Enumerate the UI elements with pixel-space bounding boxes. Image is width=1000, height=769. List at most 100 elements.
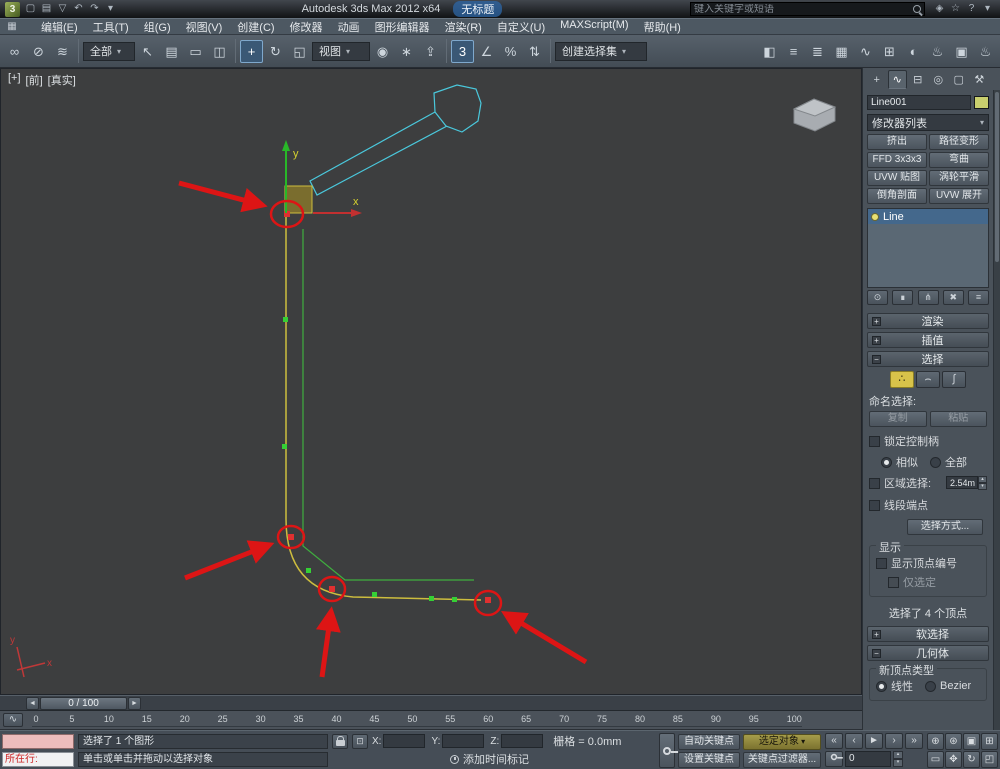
modifier-preset-button[interactable]: FFD 3x3x3 bbox=[867, 152, 927, 168]
key-filters-button[interactable]: 关键点过滤器... bbox=[743, 751, 821, 768]
z-coordinate-field[interactable] bbox=[501, 734, 544, 748]
open-file-icon[interactable]: ▤ bbox=[39, 2, 54, 16]
help-dropdown-icon[interactable]: ▾ bbox=[980, 2, 995, 16]
configure-modifier-sets-icon[interactable]: ≡ bbox=[968, 290, 989, 305]
time-slider-thumb[interactable]: 0 / 100 bbox=[40, 697, 127, 710]
angle-snap-icon[interactable]: ∠ bbox=[475, 40, 498, 63]
modifier-preset-button[interactable]: UVW 贴图 bbox=[867, 170, 927, 186]
selection-lock-toggle[interactable] bbox=[332, 733, 348, 749]
help-icon[interactable]: ? bbox=[964, 2, 979, 16]
new-scene-icon[interactable]: ▢ bbox=[23, 2, 38, 16]
search-icon[interactable] bbox=[913, 5, 921, 13]
lock-handles-checkbox[interactable] bbox=[869, 435, 880, 447]
zoom-all-icon[interactable]: ⊛ bbox=[945, 733, 962, 750]
modifier-preset-button[interactable]: 挤出 bbox=[867, 134, 927, 150]
modifier-stack[interactable]: Line bbox=[867, 208, 989, 288]
area-threshold-value[interactable]: 2.54m bbox=[946, 476, 978, 489]
viewport-view-menu[interactable]: [前] bbox=[26, 72, 43, 88]
rollout-rendering[interactable]: + 渲染 bbox=[867, 313, 989, 329]
panel-scrollbar[interactable] bbox=[993, 90, 1000, 730]
rollout-soft-selection[interactable]: + 软选择 bbox=[867, 626, 989, 642]
redo-icon[interactable]: ↷ bbox=[87, 2, 102, 16]
bezier-vertex-radio[interactable] bbox=[925, 680, 936, 692]
menu-item[interactable]: MAXScript(M) bbox=[553, 18, 635, 36]
search-input[interactable] bbox=[694, 3, 910, 15]
communication-center-icon[interactable]: ◈ bbox=[932, 2, 947, 16]
add-time-tag[interactable]: 添加时间标记 bbox=[450, 751, 529, 767]
next-frame-icon[interactable]: › bbox=[885, 733, 903, 749]
previous-frame-icon[interactable]: ‹ bbox=[845, 733, 863, 749]
menu-item[interactable]: 图形编辑器 bbox=[368, 18, 437, 36]
rollout-selection[interactable]: − 选择 bbox=[867, 351, 989, 367]
selected-vertex-markers[interactable] bbox=[284, 211, 491, 603]
spline-mode-icon[interactable]: ∫ bbox=[942, 371, 966, 388]
select-by-button[interactable]: 选择方式... bbox=[907, 519, 983, 535]
viewport-canvas[interactable]: y x x y bbox=[1, 69, 862, 695]
graphite-ribbon-icon[interactable]: ▦ bbox=[830, 40, 853, 63]
viewport-shading-menu[interactable]: [真实] bbox=[48, 72, 76, 88]
rendered-frame-icon[interactable]: ▣ bbox=[950, 40, 973, 63]
key-mode-toggle[interactable] bbox=[825, 751, 843, 767]
visibility-bulb-icon[interactable] bbox=[871, 212, 879, 221]
snap-toggle-3d-icon[interactable]: 3 bbox=[451, 39, 474, 63]
remove-modifier-icon[interactable]: ✖ bbox=[942, 290, 964, 305]
display-tab[interactable]: ▢ bbox=[949, 70, 969, 89]
linear-vertex-radio[interactable] bbox=[876, 680, 887, 692]
window-crossing-icon[interactable]: ◫ bbox=[208, 40, 231, 63]
utilities-tab[interactable]: ⚒ bbox=[970, 70, 990, 89]
expand-icon[interactable]: + bbox=[872, 316, 881, 326]
menu-item[interactable]: 工具(T) bbox=[86, 18, 136, 36]
selected-filter-dropdown[interactable]: 选定对象 bbox=[743, 733, 821, 750]
collapse-icon[interactable]: − bbox=[872, 354, 881, 364]
modifier-preset-button[interactable]: 路径变形 bbox=[929, 134, 989, 150]
spinner-up-icon[interactable] bbox=[978, 476, 987, 483]
mirror-icon[interactable]: ◧ bbox=[758, 40, 781, 63]
modify-tab[interactable]: ∿ bbox=[887, 70, 907, 89]
selection-region-icon[interactable]: ▭ bbox=[184, 40, 207, 63]
reference-coordinate-dropdown[interactable]: 视图 bbox=[312, 41, 370, 61]
play-icon[interactable]: ► bbox=[865, 733, 883, 749]
viewport-general-menu[interactable]: [+] bbox=[8, 72, 21, 88]
alike-radio[interactable] bbox=[881, 456, 892, 468]
percent-snap-icon[interactable]: % bbox=[499, 40, 522, 63]
set-keys-button[interactable] bbox=[659, 733, 678, 768]
menu-item[interactable]: 编辑(E) bbox=[34, 18, 85, 36]
menu-item[interactable]: 自定义(U) bbox=[490, 18, 552, 36]
menu-item[interactable]: 创建(C) bbox=[230, 18, 281, 36]
segment-end-checkbox[interactable] bbox=[869, 499, 880, 511]
selection-filter-dropdown[interactable]: 全部 bbox=[83, 41, 135, 61]
curve-editor-icon[interactable]: ∿ bbox=[854, 40, 877, 63]
menu-item[interactable]: 渲染(R) bbox=[438, 18, 489, 36]
all-radio[interactable] bbox=[930, 456, 941, 468]
select-object-icon[interactable]: ↖ bbox=[136, 40, 159, 63]
bind-to-space-warp-icon[interactable]: ≋ bbox=[51, 40, 74, 63]
maxscript-listener-line[interactable]: 所在行: bbox=[2, 751, 74, 767]
spinner-up-icon[interactable] bbox=[893, 751, 903, 759]
object-color-swatch[interactable] bbox=[974, 95, 989, 109]
select-and-move-icon[interactable]: + bbox=[240, 39, 263, 63]
zoom-extents-all-icon[interactable]: ⊞ bbox=[981, 733, 998, 750]
segment-mode-icon[interactable]: ⌢ bbox=[916, 371, 940, 388]
orbit-icon[interactable]: ↻ bbox=[963, 751, 980, 768]
vertex-mode-icon[interactable]: ∴ bbox=[890, 371, 914, 388]
zoom-icon[interactable]: ⊕ bbox=[927, 733, 944, 750]
front-viewport[interactable]: [+] [前] [真实] y x x y bbox=[0, 68, 862, 695]
select-by-name-icon[interactable]: ▤ bbox=[160, 40, 183, 63]
make-unique-icon[interactable]: ⋔ bbox=[917, 290, 939, 305]
spinner-down-icon[interactable] bbox=[893, 759, 903, 767]
object-name-field[interactable]: Line001 bbox=[867, 94, 971, 110]
rollout-interpolation[interactable]: + 插值 bbox=[867, 332, 989, 348]
modifier-preset-button[interactable]: 涡轮平滑 bbox=[929, 170, 989, 186]
absolute-offset-toggle[interactable]: ⊡ bbox=[352, 733, 368, 749]
set-key-button[interactable]: 设置关键点 bbox=[678, 751, 740, 768]
menu-item[interactable]: 动画 bbox=[331, 18, 367, 36]
vertex-markers[interactable] bbox=[282, 317, 457, 602]
expand-icon[interactable]: + bbox=[872, 629, 881, 639]
auto-key-button[interactable]: 自动关键点 bbox=[678, 733, 740, 750]
pin-stack-icon[interactable]: ⊙ bbox=[867, 290, 888, 305]
previous-frame-arrow[interactable] bbox=[26, 697, 39, 710]
unlink-selection-icon[interactable]: ⊘ bbox=[27, 40, 50, 63]
scrollbar-thumb[interactable] bbox=[995, 92, 999, 262]
menu-item[interactable]: 组(G) bbox=[137, 18, 178, 36]
paste-button[interactable]: 粘贴 bbox=[929, 411, 987, 427]
